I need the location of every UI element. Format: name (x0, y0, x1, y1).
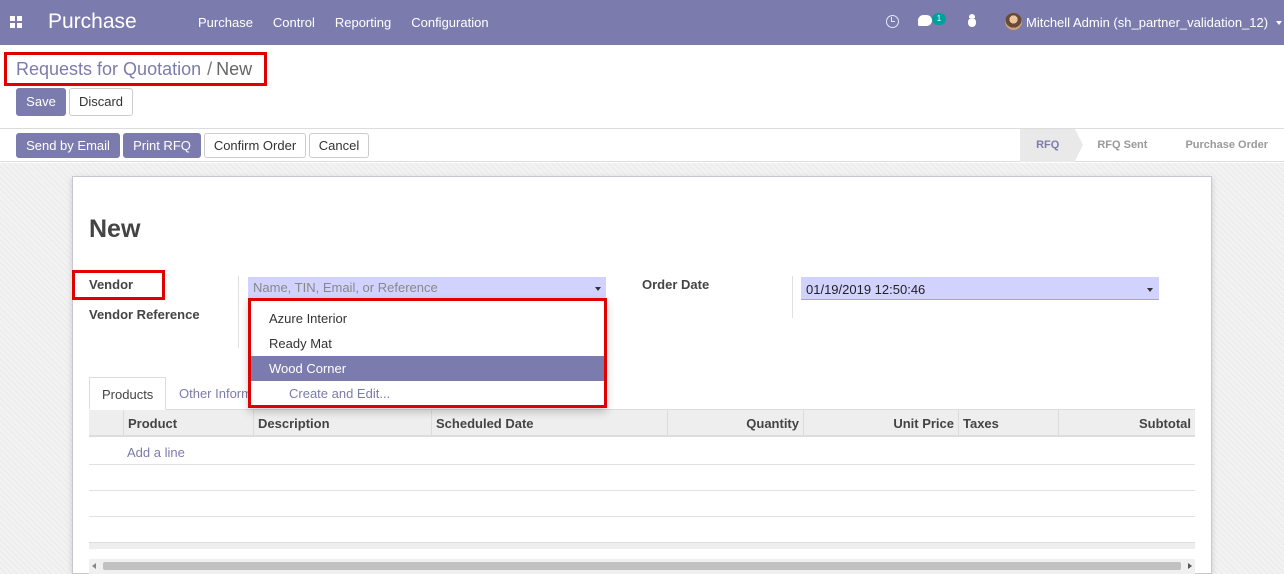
cancel-button[interactable]: Cancel (309, 133, 369, 158)
vendor-option-wood-corner[interactable]: Wood Corner (251, 356, 604, 381)
vendor-label: Vendor (89, 277, 134, 292)
chat-count-badge: 1 (932, 13, 946, 25)
form-statusbar: Send by Email Print RFQ Confirm Order Ca… (0, 129, 1284, 162)
breadcrumb-current: New (216, 59, 253, 79)
vendor-reference-label: Vendor Reference (89, 307, 200, 322)
clock-icon[interactable] (886, 15, 899, 28)
menu-item-control[interactable]: Control (263, 0, 325, 45)
main-menu: Purchase Control Reporting Configuration (188, 0, 499, 45)
user-menu[interactable]: Mitchell Admin (sh_partner_validation_12… (1026, 15, 1268, 30)
discard-button[interactable]: Discard (69, 88, 133, 116)
tab-other-information[interactable]: Other Information (167, 377, 249, 410)
breadcrumb-parent[interactable]: Requests for Quotation (16, 59, 201, 79)
create-and-edit-option[interactable]: Create and Edit... (251, 381, 604, 406)
menu-item-purchase[interactable]: Purchase (188, 0, 263, 45)
field-divider (238, 276, 239, 348)
vendor-input[interactable]: Name, TIN, Email, or Reference (248, 277, 606, 300)
table-footer (89, 542, 1195, 549)
record-title: New (89, 215, 141, 243)
column-taxes[interactable]: Taxes (958, 410, 1058, 437)
vendor-option-ready-mat[interactable]: Ready Mat (251, 331, 604, 356)
order-date-input[interactable]: 01/19/2019 12:50:46 (801, 277, 1159, 300)
column-unit-price[interactable]: Unit Price (803, 410, 958, 437)
column-scheduled-date[interactable]: Scheduled Date (431, 410, 667, 437)
table-row (89, 491, 1195, 517)
vendor-dropdown-caret-icon[interactable] (595, 287, 601, 291)
avatar[interactable] (1005, 13, 1022, 30)
arrow-left-icon[interactable] (92, 563, 96, 569)
field-divider (792, 276, 793, 318)
column-quantity[interactable]: Quantity (667, 410, 803, 437)
order-date-caret-icon[interactable] (1147, 288, 1153, 292)
scrollbar-thumb[interactable] (103, 562, 1181, 570)
save-button[interactable]: Save (16, 88, 66, 116)
breadcrumb-separator: / (207, 59, 213, 79)
stage-rfq[interactable]: RFQ (1020, 129, 1084, 162)
horizontal-scrollbar[interactable] (89, 559, 1195, 574)
column-subtotal[interactable]: Subtotal (1058, 410, 1195, 437)
menu-item-configuration[interactable]: Configuration (401, 0, 498, 45)
bug-icon[interactable] (966, 14, 978, 28)
confirm-order-button[interactable]: Confirm Order (204, 133, 306, 158)
menu-item-reporting[interactable]: Reporting (325, 0, 401, 45)
stage-purchase-order[interactable]: Purchase Order (1163, 129, 1284, 162)
table-row: Add a line (89, 439, 1195, 465)
chat-icon[interactable] (918, 15, 932, 26)
app-brand[interactable]: Purchase (48, 10, 137, 34)
breadcrumb: Requests for Quotation / New (4, 52, 267, 86)
vendor-autocomplete-dropdown: Azure Interior Ready Mat Wood Corner Cre… (248, 298, 607, 408)
top-navbar: Purchase Purchase Control Reporting Conf… (0, 0, 1284, 45)
caret-down-icon[interactable] (1276, 21, 1282, 25)
send-by-email-button[interactable]: Send by Email (16, 133, 120, 158)
print-rfq-button[interactable]: Print RFQ (123, 133, 201, 158)
apps-icon[interactable] (10, 16, 22, 28)
add-a-line-link[interactable]: Add a line (127, 445, 185, 460)
column-product[interactable]: Product (123, 410, 253, 437)
order-lines-header: Product Description Scheduled Date Quant… (89, 410, 1195, 437)
control-panel: Requests for Quotation / New Save Discard (0, 45, 1284, 129)
stage-rfq-sent[interactable]: RFQ Sent (1075, 129, 1163, 162)
table-row (89, 465, 1195, 491)
column-description[interactable]: Description (253, 410, 431, 437)
table-row (89, 517, 1195, 543)
order-date-label: Order Date (642, 277, 710, 292)
arrow-right-icon[interactable] (1188, 563, 1192, 569)
stage-bar: RFQ RFQ Sent Purchase Order (1020, 129, 1284, 162)
vendor-option-azure-interior[interactable]: Azure Interior (251, 306, 604, 331)
tab-products[interactable]: Products (89, 377, 167, 410)
